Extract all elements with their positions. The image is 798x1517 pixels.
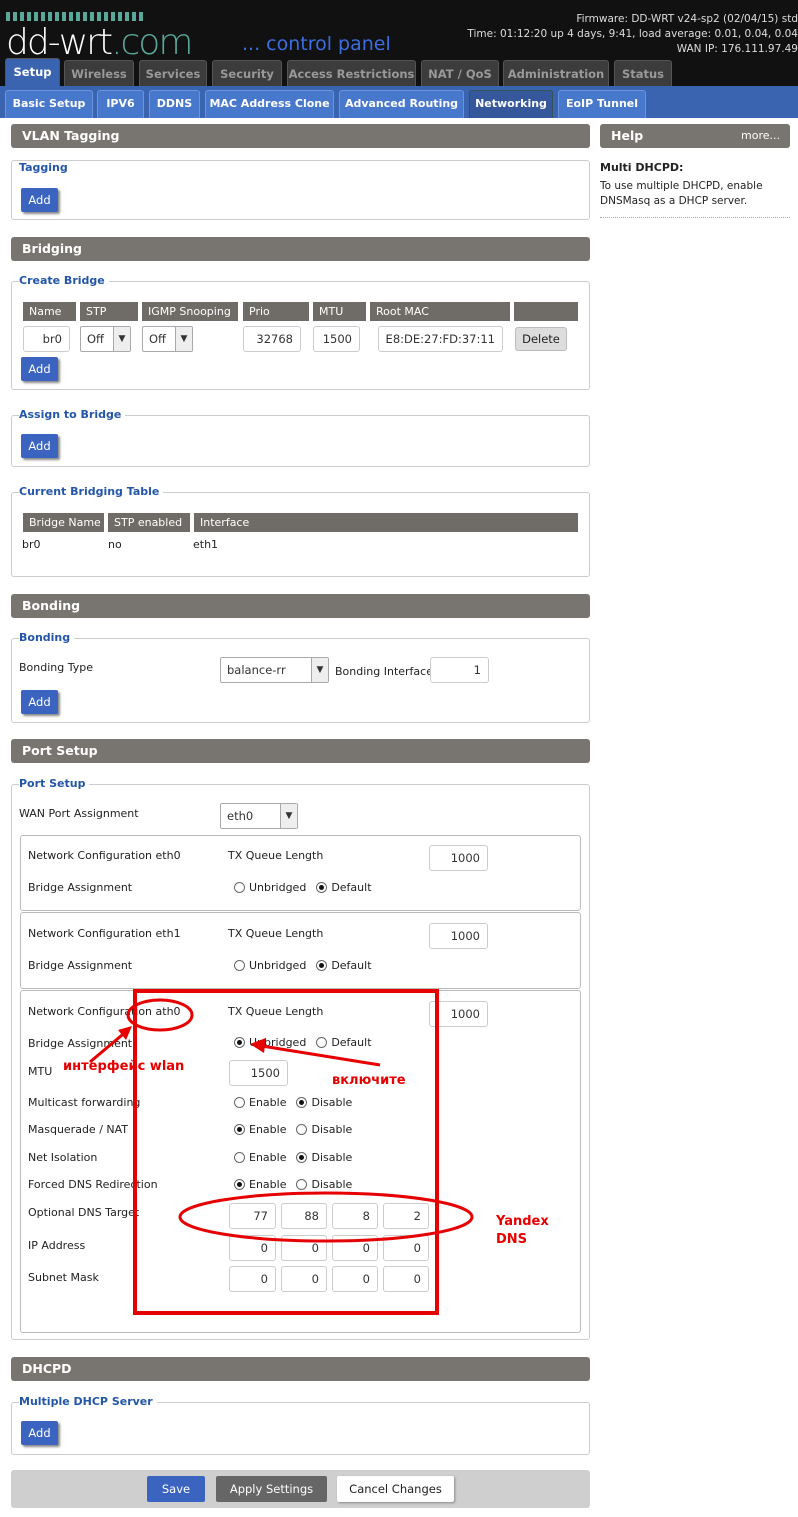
annotation-yandex: Yandex <box>496 1214 549 1229</box>
annotation-ellipse-dns <box>178 1191 474 1243</box>
arrow-line <box>261 1044 381 1067</box>
annotation-dns: DNS <box>496 1232 528 1247</box>
annotation-ellipse-ath0 <box>126 998 194 1032</box>
annotation-rect <box>133 989 439 1315</box>
arrow-head-icon <box>250 1038 266 1053</box>
annotation-wlan: интерфейс wlan <box>63 1059 185 1074</box>
annotation-enable: включите <box>332 1073 406 1088</box>
annotation-overlay <box>89 989 474 1315</box>
